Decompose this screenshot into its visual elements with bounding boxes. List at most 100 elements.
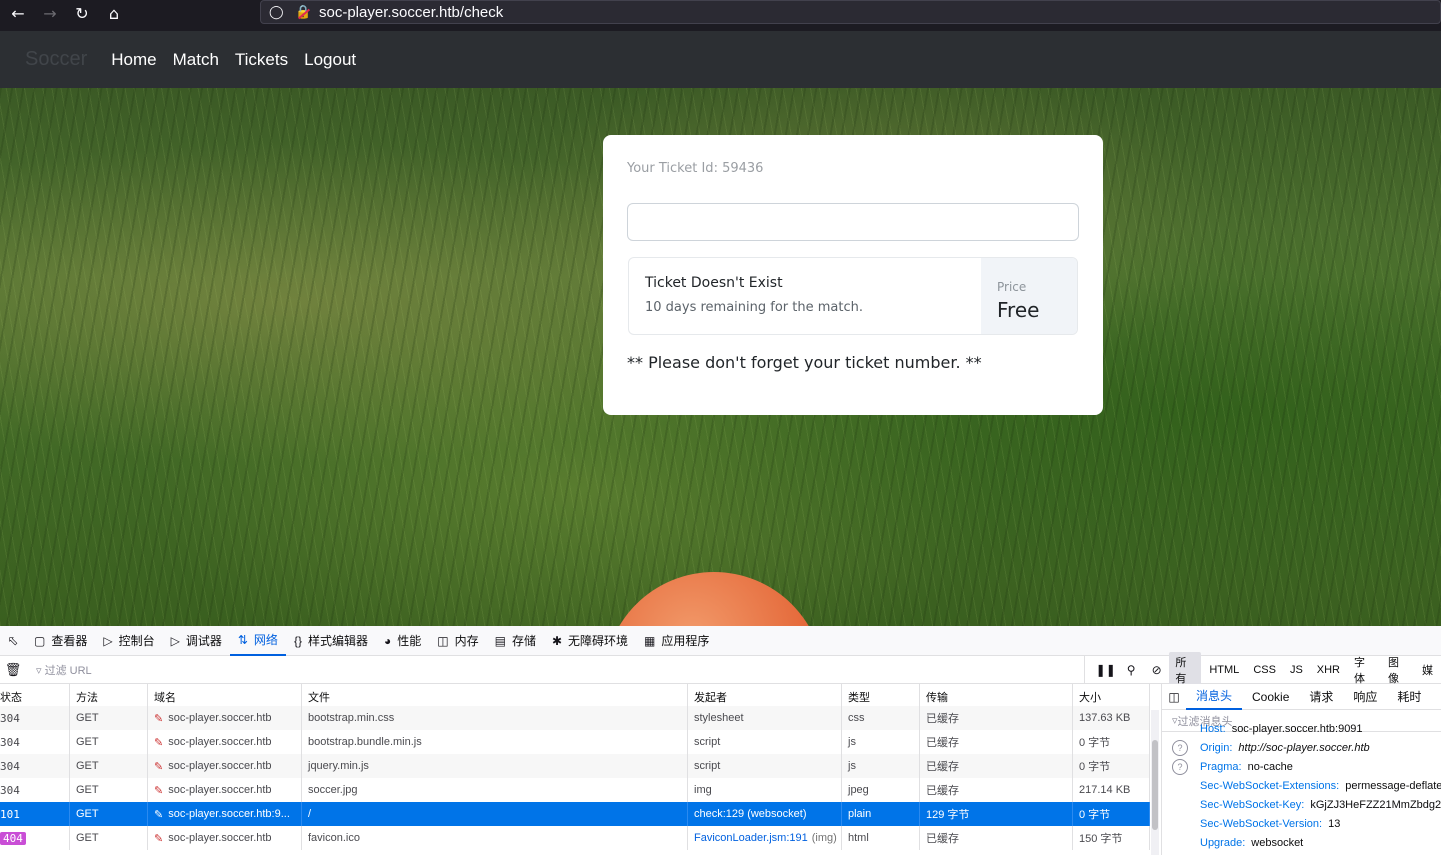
tab-memory[interactable]: ◫ 内存 — [429, 626, 486, 656]
header-key: Host: — [1200, 722, 1226, 735]
tab-debugger[interactable]: ▷ 调试器 — [163, 626, 230, 656]
tab-accessibility[interactable]: ✱ 无障碍环境 — [544, 626, 636, 656]
row-domain: ✎ soc-player.soccer.htb — [148, 706, 302, 730]
header-key: Sec-WebSocket-Version: — [1200, 817, 1323, 830]
element-picker-icon[interactable]: ⬁ — [0, 626, 26, 656]
header-value: 13 — [1328, 817, 1341, 830]
search-icon[interactable]: ⚲ — [1118, 663, 1143, 677]
row-method: GET — [70, 802, 148, 826]
ticket-check-card: Your Ticket Id: 59436 Ticket Doesn't Exi… — [603, 135, 1103, 415]
tab-headers[interactable]: 消息头 — [1186, 684, 1243, 710]
scrollbar-thumb[interactable] — [1152, 740, 1158, 830]
debugger-icon: ▷ — [170, 633, 180, 648]
filter-url-input[interactable]: ▿ 过滤 URL — [36, 662, 92, 678]
nav-link-home[interactable]: Home — [111, 50, 156, 70]
tab-response[interactable]: 响应 — [1343, 684, 1387, 710]
table-scrollbar[interactable] — [1151, 710, 1159, 855]
row-size: 0 字节 — [1073, 730, 1150, 754]
tab-storage[interactable]: ▤ 存储 — [487, 626, 544, 656]
tab-console[interactable]: ▷ 控制台 — [95, 626, 162, 656]
tab-inspector[interactable]: ▢ 查看器 — [26, 626, 95, 656]
row-domain-text: soc-player.soccer.htb — [168, 784, 272, 796]
header-key: Upgrade: — [1200, 836, 1246, 849]
ticket-result-title: Ticket Doesn't Exist — [645, 275, 783, 291]
tab-network[interactable]: ⇅ 网络 — [229, 626, 286, 656]
nav-link-tickets[interactable]: Tickets — [235, 50, 288, 70]
type-filter-fonts[interactable]: 字体 — [1348, 652, 1380, 688]
performance-icon: ◕ — [383, 633, 392, 648]
tab-request[interactable]: 请求 — [1299, 684, 1343, 710]
ticket-id-label: Your Ticket Id: 59436 — [627, 161, 764, 176]
insecure-connection-icon: ✎ — [154, 808, 164, 821]
header-key: Sec-WebSocket-Extensions: — [1200, 779, 1340, 792]
insecure-lock-icon[interactable]: 🔒 — [295, 5, 313, 20]
tab-style-editor[interactable]: {} 样式编辑器 — [286, 626, 376, 656]
row-size: 0 字节 — [1073, 754, 1150, 778]
type-filter-xhr[interactable]: XHR — [1311, 662, 1346, 678]
tab-application[interactable]: ▦ 应用程序 — [636, 626, 717, 656]
help-icon[interactable]: ? — [1172, 758, 1188, 775]
row-domain: ✎ soc-player.soccer.htb — [148, 730, 302, 754]
header-line: Upgrade: websocket — [1172, 833, 1303, 852]
type-filter-images[interactable]: 图像 — [1382, 652, 1414, 688]
nav-link-match[interactable]: Match — [173, 50, 219, 70]
site-brand[interactable]: Soccer — [25, 48, 87, 71]
table-row[interactable]: 304 GET ✎ soc-player.soccer.htb jquery.mi… — [0, 754, 1150, 778]
row-initiator: FaviconLoader.jsm:191 (img) — [688, 826, 842, 850]
devtools-tabbar: ⬁ ▢ 查看器 ▷ 控制台 ▷ 调试器 ⇅ 网络 {} 样式编辑器 ◕ 性能 ◫ 内存 ▤ 存储… — [0, 626, 1441, 656]
table-row[interactable]: 304 GET ✎ soc-player.soccer.htb bootstrap… — [0, 730, 1150, 754]
header-spacer — [1172, 778, 1188, 794]
row-status: 304 — [0, 754, 70, 778]
storage-icon: ▤ — [494, 633, 506, 648]
row-size: 0 字节 — [1073, 802, 1150, 826]
header-spacer — [1172, 835, 1188, 851]
table-row[interactable]: 404 GET ✎ soc-player.soccer.htb favicon.i… — [0, 826, 1150, 850]
reload-icon[interactable]: ↻ — [68, 1, 96, 25]
ticket-result-box: Ticket Doesn't Exist 10 days remaining f… — [628, 257, 1078, 335]
help-icon[interactable]: ? — [1172, 739, 1188, 756]
type-filter-js[interactable]: JS — [1284, 662, 1309, 678]
tab-label: 样式编辑器 — [307, 634, 368, 648]
nav-link-logout[interactable]: Logout — [304, 50, 356, 70]
header-key: Origin: — [1200, 741, 1233, 754]
address-bar[interactable]: ◯ 🔒 soc-player.soccer.htb/check — [260, 0, 1441, 24]
back-arrow-icon[interactable]: ← — [4, 1, 32, 25]
type-filter-html[interactable]: HTML — [1203, 662, 1245, 678]
header-value: soc-player.soccer.htb:9091 — [1231, 722, 1363, 735]
home-icon[interactable]: ⌂ — [100, 1, 128, 25]
type-filter-media[interactable]: 媒 — [1416, 660, 1439, 680]
tab-performance[interactable]: ◕ 性能 — [376, 626, 429, 656]
row-method: GET — [70, 706, 148, 730]
ticket-number-input[interactable] — [627, 203, 1079, 241]
pause-icon[interactable]: ❚❚ — [1093, 663, 1118, 677]
header-key: Sec-WebSocket-Key: — [1200, 798, 1305, 811]
price-label: Price — [997, 280, 1027, 294]
tab-label: 调试器 — [185, 634, 222, 648]
row-size: 150 字节 — [1073, 826, 1150, 850]
browser-toolbar: ← → ↻ ⌂ ◯ 🔒 soc-player.soccer.htb/check — [0, 0, 1441, 26]
table-row[interactable]: 304 GET ✎ soc-player.soccer.htb soccer.jp… — [0, 778, 1150, 802]
toggle-sidebar-icon[interactable]: ◫ — [1162, 690, 1186, 704]
table-row-selected[interactable]: 101 GET ✎ soc-player.soccer.htb:9... / ch… — [0, 802, 1150, 826]
header-spacer — [1172, 797, 1188, 813]
header-line: Sec-WebSocket-Extensions: permessage-defl… — [1172, 776, 1441, 795]
row-status: 304 — [0, 778, 70, 802]
initiator-link[interactable]: FaviconLoader.jsm:191 — [694, 832, 808, 844]
forward-arrow-icon[interactable]: → — [36, 1, 64, 25]
shield-icon[interactable]: ◯ — [269, 5, 287, 20]
row-status: 404 — [0, 826, 70, 850]
trash-icon[interactable]: 🗑 — [2, 662, 24, 678]
row-initiator: stylesheet — [688, 706, 842, 730]
url-text[interactable]: soc-player.soccer.htb/check — [319, 4, 503, 21]
row-domain-text: soc-player.soccer.htb:9... — [168, 808, 290, 820]
header-value: kGjZJ3HeFZZ21MmZbdg2h — [1310, 798, 1441, 811]
type-filter-all[interactable]: 所有 — [1169, 652, 1202, 688]
tab-cookies[interactable]: Cookie — [1242, 684, 1299, 710]
row-transferred: 129 字节 — [920, 802, 1073, 826]
block-icon[interactable]: ⊘ — [1144, 663, 1169, 677]
table-row[interactable]: 304 GET ✎ soc-player.soccer.htb bootstrap… — [0, 706, 1150, 730]
tab-timings[interactable]: 耗时 — [1387, 684, 1431, 710]
type-filter-css[interactable]: CSS — [1247, 662, 1282, 678]
header-line: ? Origin: http://soc-player.soccer.htb — [1172, 738, 1370, 757]
insecure-connection-icon: ✎ — [154, 832, 164, 845]
